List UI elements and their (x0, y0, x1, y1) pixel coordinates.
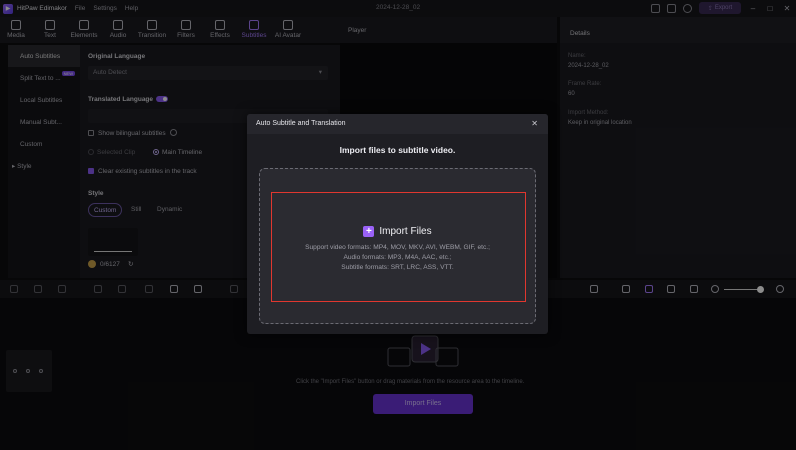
close-icon[interactable]: ✕ (531, 119, 538, 128)
subtitle-formats-text: Subtitle formats: SRT, LRC, ASS, VTT. (341, 264, 454, 271)
plus-icon: + (363, 226, 375, 237)
import-files-button[interactable]: + Import Files (247, 226, 548, 237)
dialog-subtitle: Import files to subtitle video. (339, 145, 456, 155)
video-formats-text: Support video formats: MP4, MOV, MKV, AV… (305, 244, 490, 251)
dialog-title: Auto Subtitle and Translation (247, 114, 548, 134)
import-files-label: Import Files (379, 226, 432, 237)
auto-subtitle-dialog: Auto Subtitle and Translation ✕ Import f… (247, 114, 548, 334)
audio-formats-text: Audio formats: MP3, M4A, AAC, etc.; (343, 254, 452, 261)
